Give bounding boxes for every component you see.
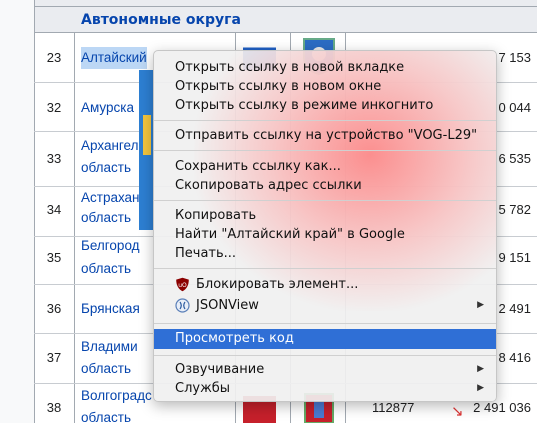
row-number: 33 [46, 151, 62, 166]
row-number: 23 [46, 50, 62, 65]
menu-item-label: Печать... [175, 246, 237, 261]
table-group-header: Автономные округа [34, 7, 537, 33]
row-number: 35 [46, 250, 62, 265]
row-number: 37 [46, 350, 62, 365]
menu-separator [154, 200, 496, 201]
table-top-strip [34, 0, 537, 7]
jsonview-icon [175, 298, 190, 313]
menu-item-open-new-window[interactable]: Открыть ссылку в новом окне [154, 77, 496, 96]
menu-item-label: Копировать [175, 208, 257, 223]
region-link-line2[interactable]: область [81, 207, 131, 229]
population-value: 6 535 [498, 151, 531, 166]
menu-item-label: Просмотреть код [175, 331, 294, 346]
menu-item-label: Открыть ссылку в новой вкладке [175, 60, 405, 75]
region-link[interactable]: Владими [81, 336, 138, 358]
menu-separator [154, 268, 496, 269]
region-link-line2[interactable]: область [81, 358, 131, 380]
menu-item-label: Сохранить ссылку как... [175, 159, 341, 174]
area-value: 112877 [372, 400, 415, 415]
menu-item-label: Скопировать адрес ссылки [175, 178, 362, 193]
svg-text:uO: uO [178, 282, 187, 289]
population-value: 8 416 [498, 350, 531, 365]
menu-item-save-link-as[interactable]: Сохранить ссылку как... [154, 157, 496, 176]
region-link-line2[interactable]: область [81, 157, 131, 179]
grid-line [74, 33, 75, 423]
row-number: 34 [46, 202, 62, 217]
region-link-line2[interactable]: область [81, 258, 131, 280]
region-link[interactable]: Архангел [81, 135, 139, 157]
region-link[interactable]: Амурска [81, 97, 134, 119]
population-value: 7 153 [498, 50, 531, 65]
menu-item-open-new-tab[interactable]: Открыть ссылку в новой вкладке [154, 58, 496, 77]
menu-item-label: Службы [175, 381, 231, 396]
menu-item-jsonview[interactable]: JSONView ▶ [154, 296, 496, 315]
population-value: 0 044 [498, 100, 531, 115]
menu-item-label: JSONView [196, 298, 259, 313]
menu-item-copy-link-address[interactable]: Скопировать адрес ссылки [154, 176, 496, 195]
row-number: 36 [46, 301, 62, 316]
population-value: 2 491 036 [473, 400, 531, 415]
menu-item-open-incognito[interactable]: Открыть ссылку в режиме инкогнито [154, 96, 496, 115]
decrease-arrow-icon: ↘ [451, 402, 464, 420]
flag-fragment [139, 70, 153, 230]
menu-separator [154, 150, 496, 151]
region-link[interactable]: Брянская [81, 298, 140, 320]
menu-item-label: Найти "Алтайский край" в Google [175, 227, 405, 242]
menu-separator [154, 355, 496, 356]
menu-item-speech[interactable]: Озвучивание ▶ [154, 360, 496, 379]
region-link[interactable]: Белгород [81, 235, 140, 257]
left-margin [0, 0, 34, 423]
menu-item-block-element[interactable]: uO Блокировать элемент... [154, 275, 496, 294]
ublock-icon: uO [176, 277, 189, 292]
menu-separator [154, 323, 496, 324]
submenu-arrow-icon: ▶ [477, 300, 484, 310]
group-header-label: Автономные округа [81, 12, 241, 28]
menu-item-copy[interactable]: Копировать [154, 206, 496, 225]
menu-separator [154, 120, 496, 121]
region-link[interactable]: Астрахан [81, 187, 140, 209]
population-value: 9 151 [498, 250, 531, 265]
context-menu: Открыть ссылку в новой вкладке Открыть с… [153, 50, 497, 402]
menu-item-label: Блокировать элемент... [196, 277, 359, 292]
menu-item-label: Отправить ссылку на устройство "VOG-L29" [175, 128, 478, 143]
region-link-line2[interactable]: область [81, 407, 131, 429]
region-link[interactable]: Волгоградс [81, 385, 152, 407]
region-link[interactable]: Алтайский [81, 47, 147, 69]
submenu-arrow-icon: ▶ [477, 383, 484, 393]
row-number: 32 [46, 100, 62, 115]
menu-item-send-to-device[interactable]: Отправить ссылку на устройство "VOG-L29" [154, 126, 496, 145]
menu-item-label: Озвучивание [175, 362, 265, 377]
menu-item-inspect[interactable]: Просмотреть код [154, 329, 496, 349]
population-value: 5 782 [498, 202, 531, 217]
menu-item-print[interactable]: Печать... [154, 244, 496, 263]
population-value: 2 491 [498, 301, 531, 316]
submenu-arrow-icon: ▶ [477, 364, 484, 374]
menu-item-label: Открыть ссылку в новом окне [175, 79, 382, 94]
menu-item-services[interactable]: Службы ▶ [154, 379, 496, 398]
row-number: 38 [46, 400, 62, 415]
menu-item-label: Открыть ссылку в режиме инкогнито [175, 98, 434, 113]
menu-item-search-google[interactable]: Найти "Алтайский край" в Google [154, 225, 496, 244]
